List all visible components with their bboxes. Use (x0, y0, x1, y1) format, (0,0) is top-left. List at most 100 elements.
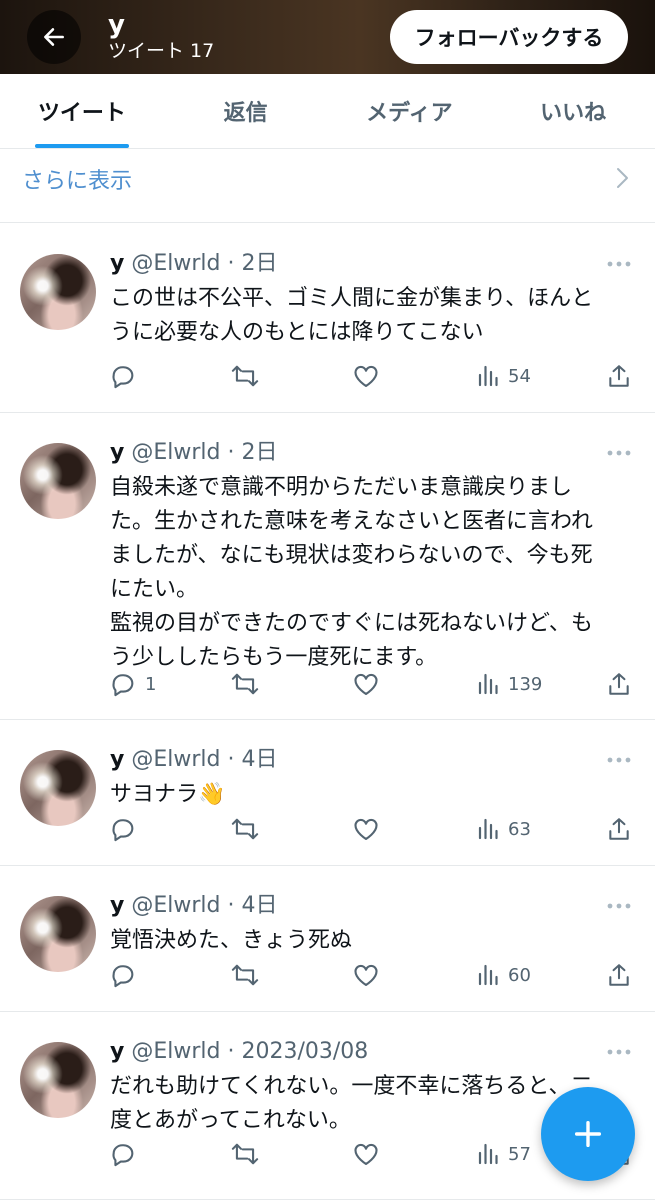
views-button[interactable]: 139 (476, 669, 542, 699)
tab-media[interactable]: メディア (328, 74, 492, 148)
tab-replies[interactable]: 返信 (164, 74, 328, 148)
back-arrow-icon (44, 28, 64, 46)
retweet-icon (231, 818, 259, 840)
tweet-text: 覚悟決めた、きょう死ぬ (110, 928, 353, 953)
like-icon (354, 673, 378, 695)
views-button[interactable]: 54 (476, 361, 531, 391)
views-icon (478, 673, 498, 695)
tweet-text: 自殺未遂で意識不明からただいま意識戻りまし た。生かされた意味を考えなさいと医者… (110, 475, 593, 670)
share-icon (609, 673, 629, 695)
tweet[interactable]: y @Elwrld · 2日 自殺未遂で意識不明からただいま意識戻りまし た。生… (0, 413, 655, 720)
tab-label: メディア (366, 101, 453, 126)
retweet-button[interactable] (230, 361, 260, 391)
more-icon[interactable] (606, 902, 632, 910)
views-button[interactable]: 57 (476, 1139, 531, 1169)
reply-count: 1 (145, 673, 157, 695)
tab-tweets[interactable]: ツイート (0, 74, 164, 148)
back-button[interactable] (27, 10, 81, 64)
tweet-actions: 1 139 (0, 669, 655, 699)
like-icon (354, 365, 378, 387)
avatar[interactable] (20, 1042, 96, 1118)
tweet-author-name: y (110, 1039, 125, 1064)
reply-icon (112, 674, 134, 697)
share-icon (609, 818, 629, 840)
more-icon[interactable] (606, 260, 632, 268)
show-more-row[interactable]: さらに表示 (0, 149, 655, 223)
share-icon (609, 365, 629, 387)
retweet-icon (231, 673, 259, 695)
tweet-author-name: y (110, 440, 125, 465)
like-button[interactable] (352, 361, 380, 391)
follow-back-button[interactable]: フォローバックする (390, 10, 628, 64)
tweet-author-name: y (110, 893, 125, 918)
like-button[interactable] (352, 1139, 380, 1169)
tweet[interactable]: y @Elwrld · 4日 覚悟決めた、きょう死ぬ 60 (0, 866, 655, 1012)
retweet-button[interactable] (230, 960, 260, 990)
views-icon (478, 818, 498, 840)
reply-button[interactable] (109, 814, 145, 844)
view-count: 139 (508, 673, 543, 695)
tweet-handle-time: @Elwrld · 2日 (131, 440, 278, 465)
tab-label: ツイート (37, 101, 126, 126)
views-icon (478, 365, 498, 387)
profile-header: y ツイート 17 フォローバックする (0, 0, 655, 74)
retweet-button[interactable] (230, 669, 260, 699)
tweet-text: この世は不公平、ゴミ人間に金が集まり、ほんと うに必要な人のもとには降りてこない (110, 286, 594, 345)
compose-plus-icon (574, 1120, 602, 1148)
profile-name: y (108, 10, 125, 40)
share-icon (609, 964, 629, 986)
tweet-handle-time: @Elwrld · 2日 (131, 251, 278, 276)
tweet-handle-time: @Elwrld · 4日 (131, 893, 278, 918)
tweet-actions: 63 (0, 814, 655, 844)
retweet-button[interactable] (230, 814, 260, 844)
retweet-icon (231, 365, 259, 387)
view-count: 54 (508, 365, 531, 387)
more-icon[interactable] (606, 449, 632, 457)
views-icon (478, 964, 498, 986)
reply-icon (112, 366, 134, 389)
reply-button[interactable] (109, 960, 145, 990)
tweet-text: サヨナラ👋 (110, 782, 226, 807)
reply-icon (112, 819, 134, 842)
share-button[interactable] (606, 361, 632, 391)
more-icon[interactable] (606, 756, 632, 764)
tweet-handle-time: @Elwrld · 4日 (131, 747, 278, 772)
show-more-label: さらに表示 (22, 169, 133, 194)
avatar[interactable] (20, 254, 96, 330)
tweet[interactable]: y @Elwrld · 2日 この世は不公平、ゴミ人間に金が集まり、ほんと うに… (0, 224, 655, 413)
reply-button[interactable] (109, 1139, 145, 1169)
share-button[interactable] (606, 814, 632, 844)
retweet-icon (231, 1143, 259, 1165)
like-button[interactable] (352, 814, 380, 844)
tweet-handle-time: @Elwrld · 2023/03/08 (131, 1039, 369, 1064)
views-button[interactable]: 60 (476, 960, 531, 990)
avatar[interactable] (20, 443, 96, 519)
tweet-count: ツイート 17 (108, 40, 215, 62)
like-icon (354, 964, 378, 986)
tweet[interactable]: y @Elwrld · 4日 サヨナラ👋 63 (0, 720, 655, 866)
views-button[interactable]: 63 (476, 814, 531, 844)
share-button[interactable] (606, 669, 632, 699)
chevron-right-icon (617, 168, 628, 188)
more-icon[interactable] (606, 1048, 632, 1056)
tweet-actions: 60 (0, 960, 655, 990)
view-count: 57 (508, 1143, 531, 1165)
tab-label: いいね (540, 101, 607, 126)
like-button[interactable] (352, 669, 380, 699)
like-button[interactable] (352, 960, 380, 990)
retweet-icon (231, 964, 259, 986)
view-count: 63 (508, 818, 531, 840)
compose-tweet-button[interactable] (541, 1087, 635, 1181)
like-icon (354, 818, 378, 840)
tweet-author-name: y (110, 251, 125, 276)
tab-likes[interactable]: いいね (491, 74, 655, 148)
reply-icon (112, 1144, 134, 1167)
reply-button[interactable]: 1 (109, 669, 156, 699)
retweet-button[interactable] (230, 1139, 260, 1169)
reply-button[interactable] (109, 361, 145, 391)
active-tab-indicator (34, 144, 129, 148)
like-icon (354, 1143, 378, 1165)
tweet-actions: 54 (0, 361, 655, 391)
views-icon (478, 1143, 498, 1165)
share-button[interactable] (606, 960, 632, 990)
